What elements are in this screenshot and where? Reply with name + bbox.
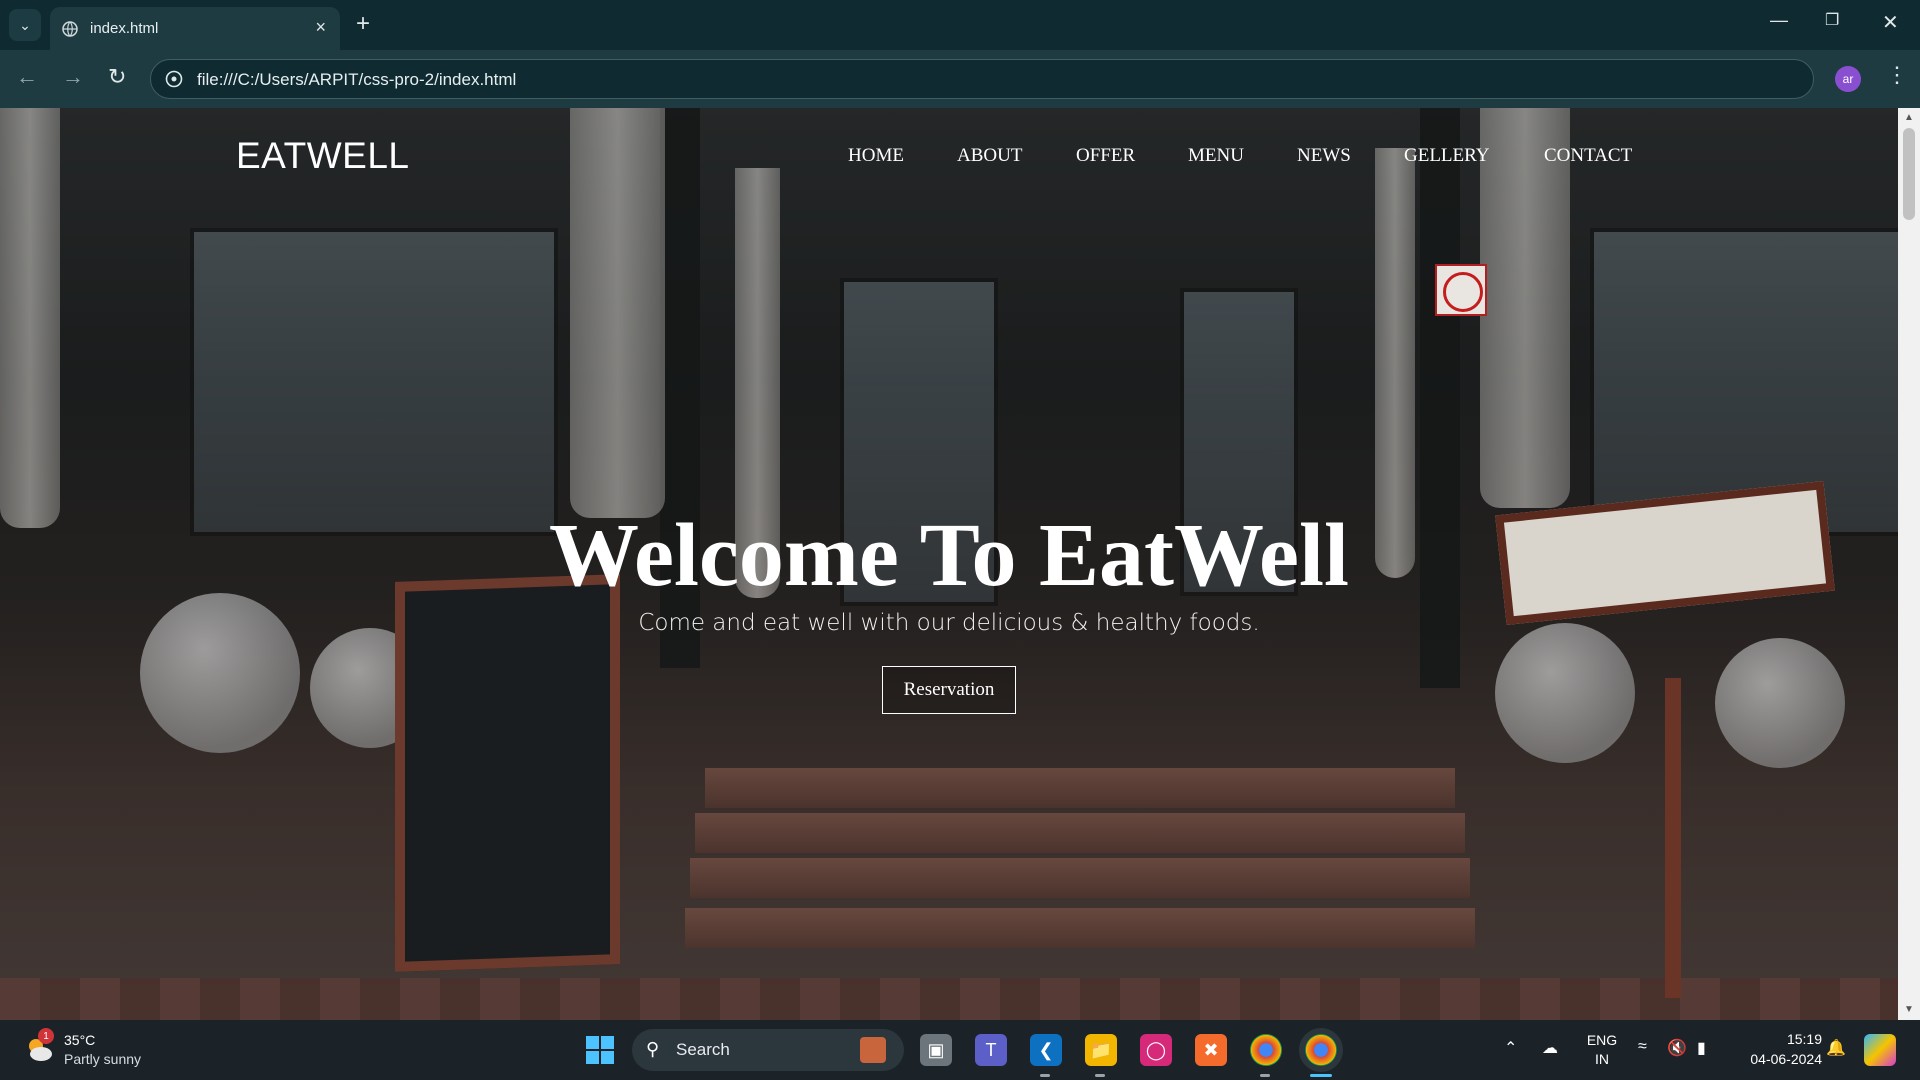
running-indicator (1040, 1074, 1050, 1077)
weather-description[interactable]: Partly sunny (64, 1051, 141, 1067)
menu-stand-leg (1665, 678, 1681, 998)
brick-floor (0, 978, 1898, 1020)
chrome-icon[interactable] (1250, 1034, 1282, 1066)
notification-bell-icon[interactable]: 🔔 (1826, 1038, 1846, 1058)
stair-step (685, 908, 1475, 948)
running-indicator (1260, 1074, 1270, 1077)
nav-about[interactable]: ABOUT (957, 145, 1022, 167)
vscode-icon[interactable]: ❮ (1030, 1034, 1062, 1066)
stair-step (690, 858, 1470, 898)
close-window-icon[interactable]: ✕ (1882, 10, 1899, 35)
teams-icon[interactable]: T (975, 1034, 1007, 1066)
reload-icon[interactable]: ↻ (108, 64, 126, 90)
scrollbar-thumb[interactable] (1903, 128, 1915, 220)
close-tab-icon[interactable]: × (315, 17, 326, 38)
address-url: file:///C:/Users/ARPIT/css-pro-2/index.h… (197, 70, 517, 89)
file-explorer-icon[interactable]: 📁 (1085, 1034, 1117, 1066)
chrome-profile-icon[interactable] (1299, 1028, 1343, 1072)
hero-title: Welcome To EatWell (549, 506, 1349, 605)
task-view-icon[interactable]: ▣ (920, 1034, 952, 1066)
tab-title: index.html (90, 20, 159, 37)
page-viewport: EATWELL HOME ABOUT OFFER MENU NEWS GELLE… (0, 108, 1920, 1020)
search-icon: ⚲ (646, 1039, 660, 1059)
globe-lamp (1495, 623, 1635, 763)
language-region[interactable]: IN (1584, 1051, 1620, 1067)
nav-home[interactable]: HOME (848, 145, 904, 167)
address-bar[interactable]: file:///C:/Users/ARPIT/css-pro-2/index.h… (150, 59, 1814, 99)
forward-arrow-icon[interactable]: → (62, 64, 84, 90)
weather-temperature[interactable]: 35°C (64, 1032, 95, 1048)
taskbar-search-box[interactable]: ⚲ Search (632, 1029, 904, 1071)
hero-section: EATWELL HOME ABOUT OFFER MENU NEWS GELLE… (0, 108, 1906, 1020)
volume-muted-icon[interactable]: 🔇 (1667, 1038, 1687, 1058)
active-app-indicator (1310, 1074, 1332, 1077)
taskbar-search-label: Search (676, 1040, 730, 1059)
clock-date[interactable]: 04-06-2024 (1732, 1051, 1822, 1067)
browser-toolbar: ← → ↻ file:///C:/Users/ARPIT/css-pro-2/i… (0, 50, 1920, 108)
weather-notification-badge: 1 (38, 1028, 54, 1044)
more-menu-icon[interactable]: ⋮ (1886, 64, 1908, 86)
copilot-icon[interactable] (1864, 1034, 1896, 1066)
xampp-icon[interactable]: ✖ (1195, 1034, 1227, 1066)
windows-start-icon[interactable] (584, 1034, 616, 1066)
restore-icon[interactable]: ❐ (1825, 10, 1839, 30)
globe-icon (62, 21, 78, 37)
profile-avatar[interactable]: ar (1835, 66, 1861, 92)
show-hidden-icons-chevron-icon[interactable]: ⌃ (1504, 1038, 1517, 1058)
onedrive-icon[interactable]: ☁ (1542, 1038, 1558, 1058)
scroll-down-arrow-icon[interactable]: ▼ (1904, 1004, 1914, 1015)
instagram-icon[interactable]: ◯ (1140, 1034, 1172, 1066)
battery-icon[interactable]: ▮ (1697, 1038, 1706, 1058)
clock-time[interactable]: 15:19 (1732, 1031, 1822, 1047)
tab-search-button[interactable]: ⌄ (9, 9, 41, 41)
running-indicator (1095, 1074, 1105, 1077)
minimize-icon[interactable]: — (1770, 10, 1788, 31)
browser-tab[interactable]: index.html × (50, 7, 340, 50)
globe-lamp (1715, 638, 1845, 768)
curtain (0, 108, 60, 528)
page-scrollbar[interactable]: ▲ ▼ (1898, 108, 1920, 1020)
nav-news[interactable]: NEWS (1297, 145, 1351, 167)
wifi-icon[interactable]: ≈ (1638, 1038, 1647, 1056)
scroll-up-arrow-icon[interactable]: ▲ (1904, 112, 1914, 123)
hero-subtitle: Come and eat well with our delicious & h… (638, 610, 1260, 636)
reservation-button[interactable]: Reservation (882, 666, 1016, 714)
nav-offer[interactable]: OFFER (1076, 145, 1135, 167)
nav-gellery[interactable]: GELLERY (1404, 145, 1490, 167)
nav-menu[interactable]: MENU (1188, 145, 1244, 167)
stair-step (705, 768, 1455, 808)
site-logo[interactable]: EATWELL (236, 135, 409, 177)
curtain (1480, 108, 1570, 508)
back-arrow-icon[interactable]: ← (16, 64, 38, 90)
browser-tab-bar: ⌄ index.html × + — ❐ ✕ (0, 0, 1920, 50)
chevron-down-icon: ⌄ (19, 16, 31, 33)
search-highlight-icon (860, 1037, 886, 1063)
language-indicator[interactable]: ENG (1584, 1032, 1620, 1048)
restaurant-window-left (190, 228, 558, 536)
site-info-icon[interactable] (165, 70, 183, 88)
taskbar: 1 35°C Partly sunny ⚲ Search ▣ T ❮ 📁 ◯ ✖… (0, 1020, 1920, 1080)
new-tab-button[interactable]: + (356, 10, 370, 38)
nav-contact[interactable]: CONTACT (1544, 145, 1632, 167)
curtain (570, 108, 665, 518)
no-smoking-sign (1435, 264, 1487, 316)
stair-step (695, 813, 1465, 853)
